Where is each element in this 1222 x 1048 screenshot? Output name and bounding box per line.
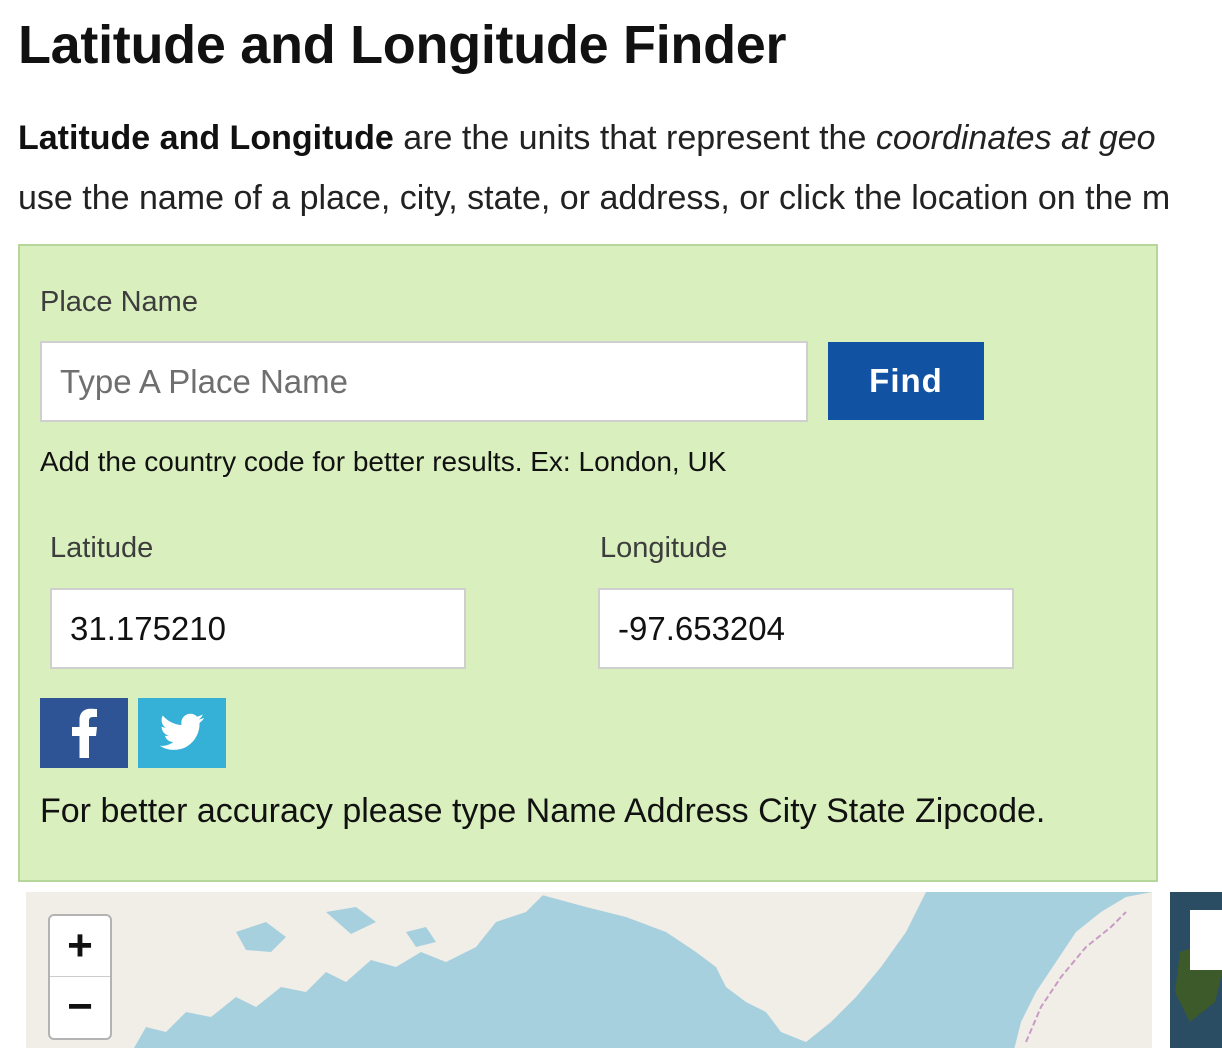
place-name-input[interactable] [40, 341, 808, 422]
latitude-field[interactable] [50, 588, 466, 669]
intro-bold-term: Latitude and Longitude [18, 119, 394, 157]
facebook-share-button[interactable] [40, 698, 128, 768]
country-code-hint: Add the country code for better results.… [40, 446, 727, 477]
longitude-label: Longitude [600, 532, 728, 564]
satellite-preview[interactable] [1170, 892, 1222, 1048]
facebook-icon [72, 708, 97, 758]
page: Latitude and Longitude Finder Latitude a… [0, 0, 1222, 1048]
zoom-control: + − [48, 914, 112, 1040]
intro-text: are the units that represent the [393, 119, 876, 157]
twitter-icon [159, 713, 204, 750]
map-tiles [26, 892, 1152, 1048]
zoom-out-button[interactable]: − [50, 977, 110, 1037]
longitude-field[interactable] [598, 588, 1014, 669]
satellite-thumbnail [1170, 892, 1222, 1048]
page-title: Latitude and Longitude Finder [18, 15, 787, 75]
zoom-in-button[interactable]: + [50, 916, 110, 977]
finder-panel: Place Name Find Add the country code for… [18, 244, 1158, 882]
intro-line-2: use the name of a place, city, state, or… [18, 179, 1171, 217]
twitter-share-button[interactable] [138, 698, 226, 768]
map[interactable]: + − [26, 892, 1152, 1048]
find-button[interactable]: Find [828, 342, 984, 420]
intro-line-1: Latitude and Longitude are the units tha… [18, 108, 1222, 168]
intro-paragraph: Latitude and Longitude are the units tha… [18, 108, 1222, 228]
latitude-label: Latitude [50, 532, 154, 564]
accuracy-note: For better accuracy please type Name Add… [40, 792, 1046, 830]
intro-italic: coordinates at geo [875, 119, 1156, 157]
place-name-label: Place Name [40, 286, 198, 318]
